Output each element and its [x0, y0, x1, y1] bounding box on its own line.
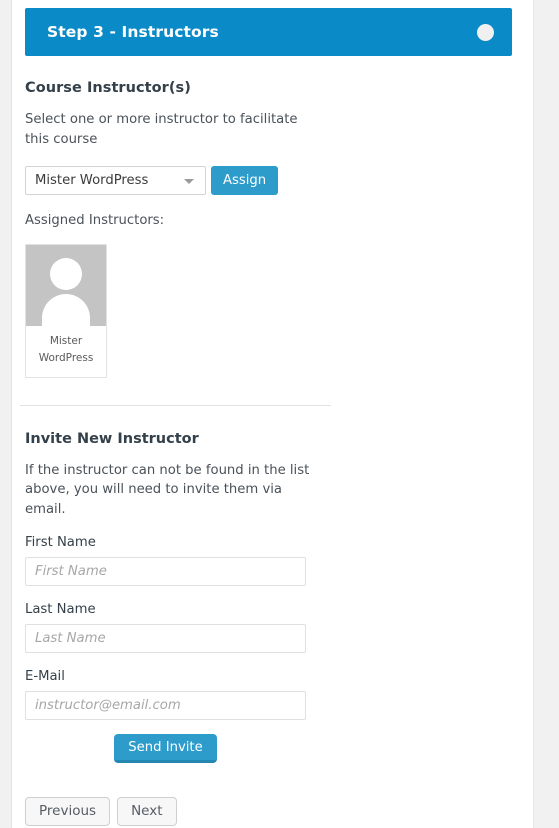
avatar-head	[50, 258, 82, 291]
navigation-row: Previous Next	[25, 797, 512, 827]
email-input[interactable]	[25, 691, 306, 721]
instructor-name-line-1: Mister	[49, 335, 83, 348]
chevron-down-icon	[184, 178, 194, 184]
invite-heading: Invite New Instructor	[25, 430, 199, 447]
send-invite-row: Send Invite	[25, 734, 306, 764]
assigned-instructors-grid: Mister WordPress	[25, 244, 512, 378]
avatar-body	[42, 294, 90, 327]
instructor-card-name: Mister WordPress	[26, 326, 106, 377]
email-label: E-Mail	[25, 669, 65, 685]
course-instructors-heading: Course Instructor(s)	[25, 80, 191, 96]
invite-description: If the instructor can not be found in th…	[25, 462, 310, 517]
circle-indicator-icon	[477, 23, 494, 41]
step-body: Course Instructor(s) Select one or more …	[20, 70, 512, 827]
instructor-select-value: Mister WordPress	[35, 173, 149, 189]
email-field-group: E-Mail	[25, 669, 512, 721]
first-name-input[interactable]	[25, 557, 306, 587]
instructor-select[interactable]: Mister WordPress	[25, 166, 206, 196]
course-instructors-description: Select one or more instructor to facilit…	[25, 112, 298, 147]
assigned-instructors-label: Assigned Instructors:	[25, 213, 165, 229]
user-placeholder-icon	[26, 245, 106, 327]
instructor-name-line-2: WordPress	[38, 352, 94, 365]
last-name-field-group: Last Name	[25, 602, 512, 654]
next-button[interactable]: Next	[117, 797, 177, 827]
page-root: Step 3 - Instructors Course Instructor(s…	[0, 0, 559, 828]
first-name-field-group: First Name	[25, 535, 512, 587]
page-title: Step 3 - Instructors	[47, 23, 219, 41]
last-name-input[interactable]	[25, 624, 306, 654]
section-divider	[20, 404, 331, 406]
step-header: Step 3 - Instructors	[25, 8, 512, 56]
last-name-label: Last Name	[25, 602, 96, 618]
first-name-label: First Name	[25, 535, 96, 551]
instructor-card[interactable]: Mister WordPress	[25, 244, 107, 378]
assign-button[interactable]: Assign	[211, 166, 279, 196]
send-invite-button[interactable]: Send Invite	[114, 734, 217, 764]
previous-button[interactable]: Previous	[25, 797, 111, 827]
instructor-select-row: Mister WordPress Assign	[25, 166, 512, 196]
